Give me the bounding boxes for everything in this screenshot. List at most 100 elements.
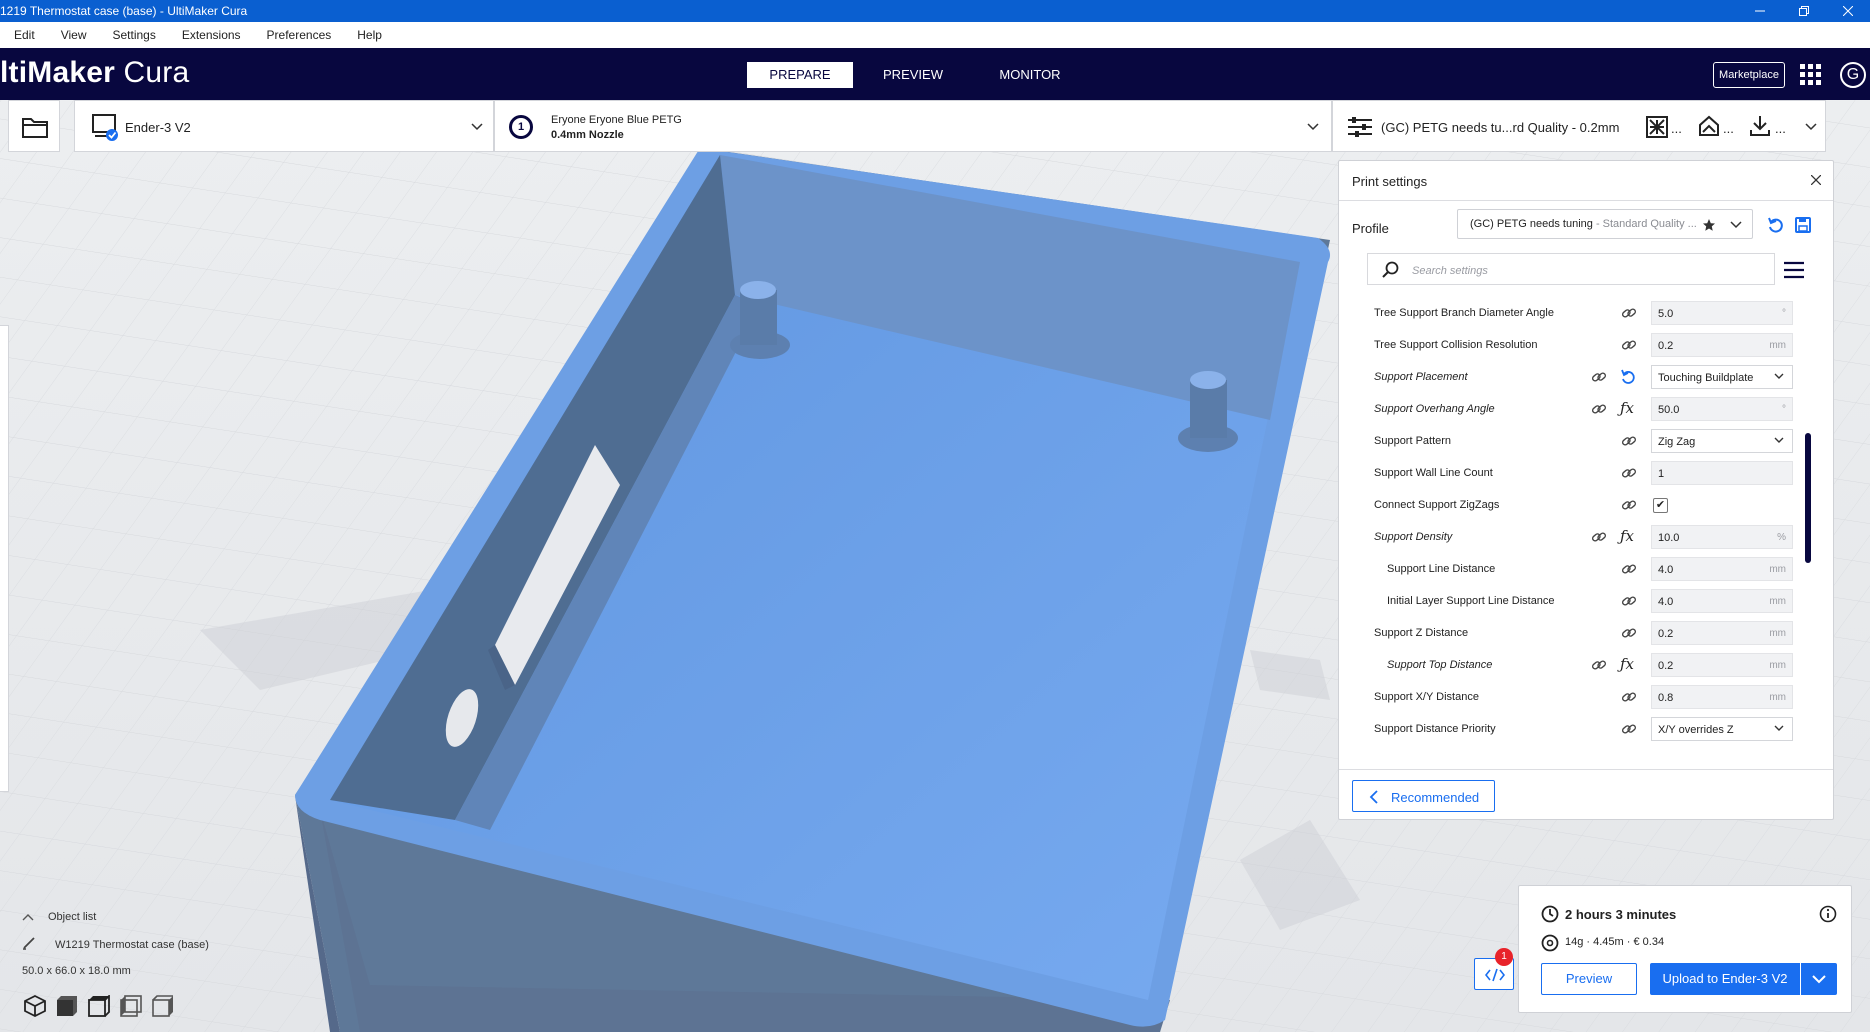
tool-sidebar[interactable] [0, 325, 9, 792]
top-view-icon[interactable] [88, 995, 110, 1017]
setting-value-field[interactable]: 0.2 mm [1651, 333, 1793, 357]
setting-value-field[interactable]: 50.0 ° [1651, 397, 1793, 421]
left-view-icon[interactable] [120, 995, 142, 1017]
printer-selector[interactable]: Ender-3 V2 [74, 100, 494, 152]
tab-monitor[interactable]: MONITOR [977, 62, 1083, 88]
apps-grid-icon[interactable] [1800, 64, 1822, 86]
menu-bar: Edit View Settings Extensions Preference… [0, 22, 1870, 48]
profile-name-text: (GC) PETG needs tuning - Standard Qualit… [1470, 218, 1697, 230]
chevron-down-icon [1774, 437, 1784, 443]
object-name: W1219 Thermostat case (base) [55, 939, 209, 951]
close-window-button[interactable] [1826, 0, 1870, 22]
setting-unit: mm [1769, 340, 1786, 351]
menu-settings[interactable]: Settings [112, 28, 155, 42]
setting-unit: mm [1769, 596, 1786, 607]
setting-value: 0.2 [1658, 340, 1674, 352]
menu-help[interactable]: Help [357, 28, 382, 42]
object-list-header[interactable]: Object list [48, 911, 96, 923]
star-icon [1703, 219, 1715, 231]
info-icon[interactable] [1819, 905, 1837, 923]
setting-row: Support X/Y Distance 0.8 mm [1339, 681, 1833, 713]
chevron-left-icon [1369, 790, 1378, 804]
setting-value: 10.0 [1658, 532, 1680, 544]
3d-view-icon[interactable] [24, 995, 46, 1017]
formula-icon: ƒx [1620, 399, 1635, 417]
link-icon [1621, 468, 1637, 478]
download-icon [1750, 116, 1770, 136]
close-icon [1843, 6, 1853, 16]
restore-button[interactable] [1782, 0, 1826, 22]
minimize-icon [1755, 10, 1765, 12]
object-list-panel: Object list W1219 Thermostat case (base)… [0, 905, 300, 1032]
marketplace-button[interactable]: Marketplace [1713, 62, 1785, 88]
search-settings-input[interactable]: Search settings [1367, 253, 1775, 285]
save-profile-icon[interactable] [1795, 217, 1811, 233]
menu-view[interactable]: View [61, 28, 87, 42]
preview-button[interactable]: Preview [1541, 963, 1637, 995]
setting-value: X/Y overrides Z [1658, 724, 1734, 736]
close-panel-button[interactable] [1811, 171, 1821, 185]
search-placeholder: Search settings [1412, 265, 1488, 277]
settings-scrollbar[interactable] [1805, 433, 1811, 563]
open-file-button[interactable] [8, 100, 60, 152]
setting-value-field[interactable]: 0.2 mm [1651, 621, 1793, 645]
recommended-button[interactable]: Recommended [1352, 780, 1495, 812]
chevron-up-icon[interactable] [22, 913, 34, 921]
tab-preview[interactable]: PREVIEW [860, 62, 966, 88]
upload-options-button[interactable] [1801, 963, 1837, 995]
minimize-button[interactable] [1738, 0, 1782, 22]
front-view-icon[interactable] [56, 995, 78, 1017]
setting-checkbox[interactable]: ✔ [1653, 498, 1668, 513]
setting-label: Tree Support Collision Resolution [1374, 339, 1538, 351]
menu-extensions[interactable]: Extensions [182, 28, 241, 42]
setting-dropdown[interactable]: Touching Buildplate [1651, 365, 1793, 389]
link-icon [1621, 308, 1637, 318]
printer-icon [92, 114, 118, 141]
material-usage: 14g · 4.45m · € 0.34 [1565, 936, 1665, 948]
setting-label: Support Pattern [1374, 435, 1452, 447]
print-settings-selector[interactable]: (GC) PETG needs tu...rd Quality - 0.2mm … [1332, 100, 1826, 152]
setting-label: Support Overhang Angle [1374, 403, 1495, 415]
setting-value-field[interactable]: 4.0 mm [1651, 557, 1793, 581]
setting-value-field[interactable]: 0.8 mm [1651, 685, 1793, 709]
setting-dropdown[interactable]: X/Y overrides Z [1651, 717, 1793, 741]
link-icon [1621, 724, 1637, 734]
setting-dropdown[interactable]: Zig Zag [1651, 429, 1793, 453]
extruder-badge: 1 [509, 115, 533, 139]
folder-icon [22, 118, 48, 138]
setting-value-field[interactable]: 0.2 mm [1651, 653, 1793, 677]
printer-name: Ender-3 V2 [125, 120, 191, 135]
profile-dropdown[interactable]: (GC) PETG needs tuning - Standard Qualit… [1457, 209, 1753, 239]
setting-label: Support Line Distance [1387, 563, 1496, 575]
setting-value: 0.2 [1658, 628, 1674, 640]
right-view-icon[interactable] [152, 995, 174, 1017]
link-icon [1591, 372, 1607, 382]
upload-button[interactable]: Upload to Ender-3 V2 [1650, 963, 1800, 995]
setting-label: Support Top Distance [1387, 659, 1493, 671]
settings-list: Tree Support Branch Diameter Angle 5.0 ° … [1339, 297, 1833, 747]
menu-preferences[interactable]: Preferences [267, 28, 332, 42]
setting-value-field[interactable]: 4.0 mm [1651, 589, 1793, 613]
settings-menu-button[interactable] [1783, 261, 1805, 279]
setting-value-field[interactable]: 10.0% [1651, 525, 1793, 549]
setting-value: 50.0 [1658, 404, 1680, 416]
formula-icon: ƒx [1620, 655, 1635, 673]
setting-value: 0.2 [1658, 660, 1674, 672]
setting-row: Support Wall Line Count 1 [1339, 457, 1833, 489]
settings-sliders-icon [1348, 117, 1372, 137]
clock-icon [1541, 905, 1559, 923]
reset-profile-icon[interactable] [1767, 216, 1785, 234]
print-settings-panel: Print settings Profile (GC) PETG needs t… [1338, 160, 1834, 820]
pencil-icon[interactable] [22, 936, 36, 950]
setting-value-field[interactable]: 5.0 ° [1651, 301, 1793, 325]
material-selector[interactable]: 1 Eryone Eryone Blue PETG 0.4mm Nozzle [494, 100, 1332, 152]
setting-value: 0.8 [1658, 692, 1674, 704]
setting-value-field[interactable]: 1 [1651, 461, 1793, 485]
account-avatar[interactable]: G [1840, 62, 1866, 88]
reset-setting-icon[interactable] [1620, 369, 1636, 385]
tab-prepare[interactable]: PREPARE [747, 62, 853, 88]
object-dimensions: 50.0 x 66.0 x 18.0 mm [22, 965, 131, 977]
setting-label: Initial Layer Support Line Distance [1387, 595, 1555, 607]
menu-edit[interactable]: Edit [14, 28, 35, 42]
setting-unit: mm [1769, 564, 1786, 575]
